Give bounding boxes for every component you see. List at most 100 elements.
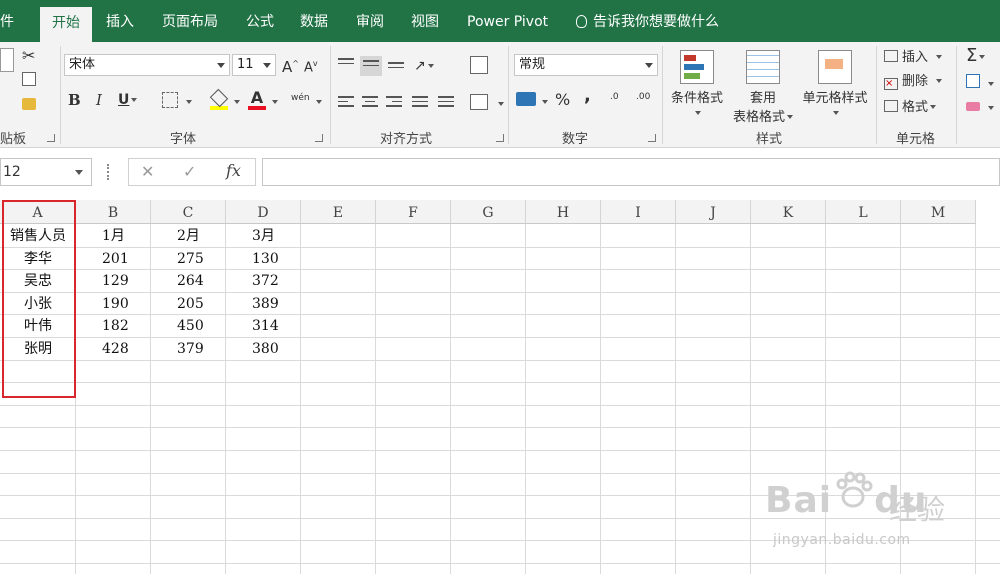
tell-me-box[interactable]: 告诉我你想要做什么 — [576, 0, 719, 42]
cell-b6[interactable]: 428 — [76, 338, 151, 360]
formula-bar-grip[interactable] — [107, 164, 109, 180]
align-left-icon[interactable] — [338, 96, 354, 108]
increase-indent-icon[interactable] — [438, 96, 454, 108]
bold-button[interactable]: B — [68, 90, 81, 110]
cell-d2[interactable]: 130 — [226, 248, 301, 270]
font-name-combo[interactable]: 宋体 — [64, 54, 230, 76]
decrease-decimal-button[interactable]: .00 — [636, 92, 650, 102]
insert-function-icon[interactable]: fx — [226, 161, 241, 180]
conditional-format-button[interactable]: 条件格式 — [666, 50, 728, 121]
column-header-m[interactable]: M — [901, 200, 976, 224]
tab-file[interactable]: 件 — [0, 0, 14, 42]
merge-center-icon[interactable] — [470, 94, 488, 110]
cell-d4[interactable]: 389 — [226, 293, 301, 315]
chevron-down-icon — [186, 100, 192, 104]
copy-icon[interactable] — [22, 72, 36, 86]
column-header-d[interactable]: D — [226, 200, 301, 224]
align-bottom-icon[interactable] — [388, 62, 404, 74]
tab-data[interactable]: 数据 — [300, 0, 328, 42]
autosum-button[interactable]: Σ — [966, 45, 986, 66]
clear-eraser-icon[interactable] — [966, 102, 980, 111]
enter-check-icon[interactable]: ✓ — [183, 162, 196, 181]
align-right-icon[interactable] — [386, 96, 402, 108]
format-as-table-button[interactable]: 套用 表格格式 — [728, 50, 798, 125]
cell-d3[interactable]: 372 — [226, 270, 301, 292]
cell-c1[interactable]: 2月 — [151, 225, 226, 247]
paw-logo-icon — [836, 471, 873, 508]
cut-icon[interactable]: ✂ — [22, 46, 35, 66]
formula-input[interactable] — [262, 158, 1000, 186]
column-header-l[interactable]: L — [826, 200, 901, 224]
column-header-h[interactable]: H — [526, 200, 601, 224]
increase-decimal-button[interactable]: .0 — [610, 92, 619, 102]
tab-page-layout[interactable]: 页面布局 — [162, 0, 218, 42]
align-top-icon[interactable] — [338, 58, 354, 70]
cell-b4[interactable]: 190 — [76, 293, 151, 315]
column-header-b[interactable]: B — [76, 200, 151, 224]
tab-insert[interactable]: 插入 — [106, 0, 134, 42]
cell-c6[interactable]: 379 — [151, 338, 226, 360]
cell-c3[interactable]: 264 — [151, 270, 226, 292]
align-center-icon[interactable] — [362, 96, 378, 108]
grow-font-button[interactable]: A^ — [282, 54, 299, 77]
italic-button[interactable]: I — [96, 90, 102, 110]
font-launcher-icon[interactable] — [315, 134, 323, 142]
autosum-glyph: Σ — [966, 45, 978, 66]
cell-b5[interactable]: 182 — [76, 315, 151, 337]
alignment-launcher-icon[interactable] — [496, 134, 504, 142]
format-painter-icon[interactable] — [22, 98, 36, 110]
grow-font-glyph: A — [282, 58, 293, 76]
delete-cells-button[interactable]: × 删除 — [884, 72, 943, 92]
orientation-button[interactable]: ↗ — [414, 56, 434, 76]
fill-color-button[interactable] — [209, 88, 229, 110]
decrease-indent-icon[interactable] — [412, 96, 428, 108]
clipboard-launcher-icon[interactable] — [47, 134, 55, 142]
tab-formulas[interactable]: 公式 — [246, 0, 274, 42]
accounting-format-icon[interactable] — [516, 92, 536, 106]
insert-cells-button[interactable]: 插入 — [884, 48, 943, 68]
number-launcher-icon[interactable] — [648, 134, 656, 142]
cell-d1[interactable]: 3月 — [226, 225, 301, 247]
column-header-c[interactable]: C — [151, 200, 226, 224]
format-cells-button[interactable]: 格式 — [884, 98, 937, 118]
column-header-e[interactable]: E — [301, 200, 376, 224]
shrink-font-button[interactable]: Av — [304, 54, 318, 78]
column-header-k[interactable]: K — [751, 200, 826, 224]
underline-button[interactable]: U — [118, 90, 138, 110]
column-header-i[interactable]: I — [601, 200, 676, 224]
name-box[interactable]: 12 — [0, 158, 92, 186]
tab-review[interactable]: 审阅 — [356, 0, 384, 42]
divider — [508, 46, 509, 144]
comma-button[interactable]: , — [584, 86, 591, 106]
column-header-f[interactable]: F — [376, 200, 451, 224]
cell-c5[interactable]: 450 — [151, 315, 226, 337]
fill-icon[interactable] — [966, 74, 980, 88]
insert-cells-label: 插入 — [902, 50, 929, 65]
column-header-j[interactable]: J — [676, 200, 751, 224]
cell-c4[interactable]: 205 — [151, 293, 226, 315]
percent-button[interactable]: % — [555, 90, 570, 110]
cell-styles-button[interactable]: 单元格样式 — [798, 50, 872, 121]
chevron-down-icon — [75, 170, 83, 175]
paste-icon[interactable] — [0, 48, 14, 72]
tab-power-pivot[interactable]: Power Pivot — [467, 0, 548, 42]
number-format-combo[interactable]: 常规 — [514, 54, 658, 76]
cell-c2[interactable]: 275 — [151, 248, 226, 270]
cell-d6[interactable]: 380 — [226, 338, 301, 360]
font-size-combo[interactable]: 11 — [232, 54, 276, 76]
number-format-value: 常规 — [519, 57, 546, 72]
cell-b1[interactable]: 1月 — [76, 225, 151, 247]
font-color-button[interactable]: A — [248, 88, 266, 110]
borders-icon[interactable] — [162, 92, 178, 108]
tab-view[interactable]: 视图 — [411, 0, 439, 42]
align-middle-icon[interactable] — [360, 56, 382, 76]
phonetic-button[interactable]: wén — [291, 88, 310, 108]
baidu-watermark: Bai du 经验 jingyan.baidu.com — [765, 470, 965, 560]
wrap-text-icon[interactable] — [470, 56, 488, 74]
column-header-g[interactable]: G — [451, 200, 526, 224]
cancel-icon[interactable]: ✕ — [141, 162, 154, 181]
tab-home[interactable]: 开始 — [40, 7, 92, 42]
cell-d5[interactable]: 314 — [226, 315, 301, 337]
cell-b2[interactable]: 201 — [76, 248, 151, 270]
cell-b3[interactable]: 129 — [76, 270, 151, 292]
